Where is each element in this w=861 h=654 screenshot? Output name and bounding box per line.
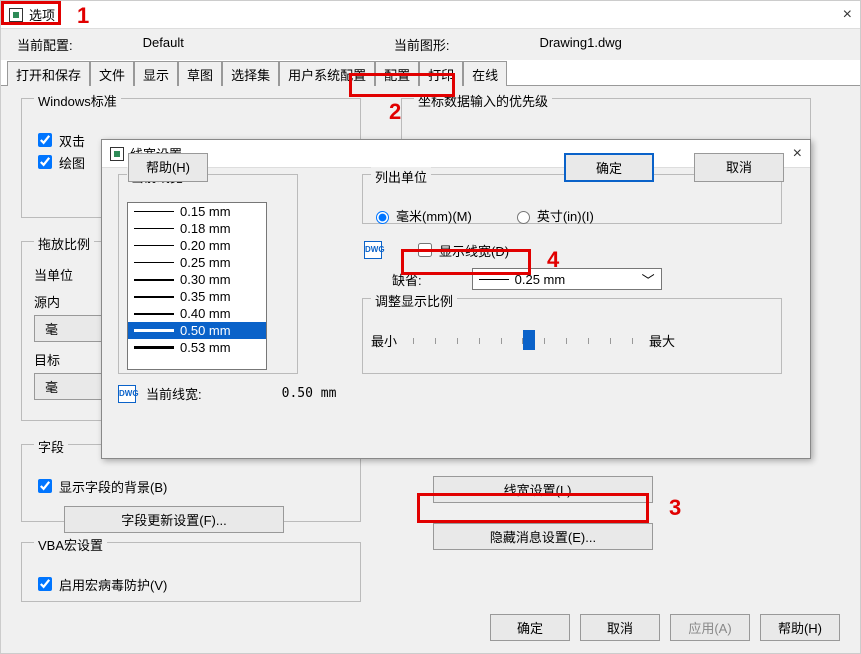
cb-paint-box[interactable] <box>38 155 52 169</box>
lw-item[interactable]: 0.50 mm <box>128 322 266 339</box>
group-fields-title: 字段 <box>34 437 68 456</box>
group-windows-std-title: Windows标准 <box>34 91 121 110</box>
bottom-button-row: 确定 取消 应用(A) 帮助(H) <box>490 614 840 641</box>
slider-thumb[interactable] <box>523 330 535 350</box>
tab-file[interactable]: 文件 <box>90 61 134 86</box>
field-update-button[interactable]: 字段更新设置(F)... <box>64 506 284 533</box>
options-titlebar: 选项 × <box>1 1 860 29</box>
current-lw-value: 0.50 mm <box>282 386 337 401</box>
group-drag-scale-title: 拖放比例 <box>34 234 94 253</box>
dialog-button-row: 帮助(H) 确定 取消 <box>102 153 810 182</box>
cb-doubleclick-box[interactable] <box>38 133 52 147</box>
current-lw-label: 当前线宽: <box>146 384 202 403</box>
ok-button[interactable]: 确定 <box>490 614 570 641</box>
lw-help-button[interactable]: 帮助(H) <box>128 153 208 182</box>
group-adjust-scale: 调整显示比例 最小 最大 <box>362 298 782 374</box>
lw-item[interactable]: 0.20 mm <box>128 237 266 254</box>
min-label: 最小 <box>371 331 397 350</box>
default-select-line <box>479 279 509 280</box>
tab-sketch[interactable]: 草图 <box>178 61 222 86</box>
default-row: 缺省: 0.25 mm ﹀ <box>392 268 662 290</box>
tab-open-save[interactable]: 打开和保存 <box>7 61 90 86</box>
info-row: 当前配置: Default 当前图形: Drawing1.dwg <box>1 29 860 60</box>
group-vba-title: VBA宏设置 <box>34 535 107 554</box>
cancel-button[interactable]: 取消 <box>580 614 660 641</box>
lw-item[interactable]: 0.53 mm <box>128 339 266 356</box>
config-value: Default <box>143 35 184 54</box>
slider-row: 最小 最大 <box>371 330 773 350</box>
max-label: 最大 <box>649 331 675 350</box>
options-window: 选项 × 当前配置: Default 当前图形: Drawing1.dwg 打开… <box>0 0 861 654</box>
cb-enable-virus[interactable]: 启用宏病毒防护(V) <box>34 574 348 594</box>
radio-in-input[interactable] <box>517 211 530 224</box>
drawing-label: 当前图形: <box>394 35 450 54</box>
radio-mm[interactable]: 毫米(mm)(M) <box>371 206 472 225</box>
dwg-icon-2: DWG <box>364 241 382 259</box>
lw-item[interactable]: 0.18 mm <box>128 220 266 237</box>
lw-content: 当前线宽 0.15 mm0.18 mm0.20 mm0.25 mm0.30 mm… <box>102 168 810 192</box>
apply-button[interactable]: 应用(A) <box>670 614 750 641</box>
units-row: 毫米(mm)(M) 英寸(in)(I) <box>371 206 773 225</box>
group-vba: VBA宏设置 启用宏病毒防护(V) <box>21 542 361 602</box>
scale-slider[interactable] <box>413 330 633 350</box>
lw-item[interactable]: 0.30 mm <box>128 271 266 288</box>
tab-profile[interactable]: 配置 <box>375 61 419 86</box>
show-lw-row: DWG 显示线宽(D) <box>364 238 509 262</box>
group-coord-title: 坐标数据输入的优先级 <box>414 91 552 110</box>
adjust-label: 调整显示比例 <box>371 291 457 310</box>
group-current-lw: 当前线宽 0.15 mm0.18 mm0.20 mm0.25 mm0.30 mm… <box>118 174 298 374</box>
tab-bar: 打开和保存 文件 显示 草图 选择集 用户系统配置 配置 打印 在线 <box>1 60 860 86</box>
dwg-icon: DWG <box>118 385 136 403</box>
lw-ok-button[interactable]: 确定 <box>564 153 654 182</box>
drawing-value: Drawing1.dwg <box>539 35 621 54</box>
radio-in[interactable]: 英寸(in)(I) <box>512 206 594 225</box>
app-icon <box>9 8 23 22</box>
help-button[interactable]: 帮助(H) <box>760 614 840 641</box>
tab-display[interactable]: 显示 <box>134 61 178 86</box>
default-select-value: 0.25 mm <box>515 272 566 287</box>
lw-item[interactable]: 0.15 mm <box>128 203 266 220</box>
current-lw-row: DWG 当前线宽: 0.50 mm <box>118 384 336 403</box>
cb-show-field-bg[interactable]: 显示字段的背景(B) <box>34 476 348 496</box>
cb-show-lw-box[interactable] <box>418 243 432 257</box>
tab-print[interactable]: 打印 <box>419 61 463 86</box>
options-title: 选项 <box>29 5 55 24</box>
group-lw-hide: 线宽设置(L)... 隐藏消息设置(E)... <box>401 466 811 556</box>
lw-item[interactable]: 0.25 mm <box>128 254 266 271</box>
lw-item[interactable]: 0.40 mm <box>128 305 266 322</box>
hide-message-button[interactable]: 隐藏消息设置(E)... <box>433 523 653 550</box>
tab-online[interactable]: 在线 <box>463 61 507 86</box>
cb-show-field-bg-box[interactable] <box>38 479 52 493</box>
cb-show-lw[interactable]: 显示线宽(D) <box>414 240 509 260</box>
lw-cancel-button[interactable]: 取消 <box>694 153 784 182</box>
radio-mm-input[interactable] <box>376 211 389 224</box>
tab-selection[interactable]: 选择集 <box>222 61 279 86</box>
lineweight-settings-button[interactable]: 线宽设置(L)... <box>433 476 653 503</box>
lw-listbox[interactable]: 0.15 mm0.18 mm0.20 mm0.25 mm0.30 mm0.35 … <box>127 202 267 370</box>
cb-enable-virus-box[interactable] <box>38 577 52 591</box>
lw-item[interactable]: 0.35 mm <box>128 288 266 305</box>
tab-user-system[interactable]: 用户系统配置 <box>279 61 375 86</box>
options-close-icon[interactable]: × <box>843 6 852 24</box>
default-label: 缺省: <box>392 270 422 289</box>
lineweight-dialog: 线宽设置 × 当前线宽 0.15 mm0.18 mm0.20 mm0.25 mm… <box>101 139 811 459</box>
config-label: 当前配置: <box>17 35 73 54</box>
default-select[interactable]: 0.25 mm ﹀ <box>472 268 662 290</box>
chevron-down-icon: ﹀ <box>642 270 655 289</box>
